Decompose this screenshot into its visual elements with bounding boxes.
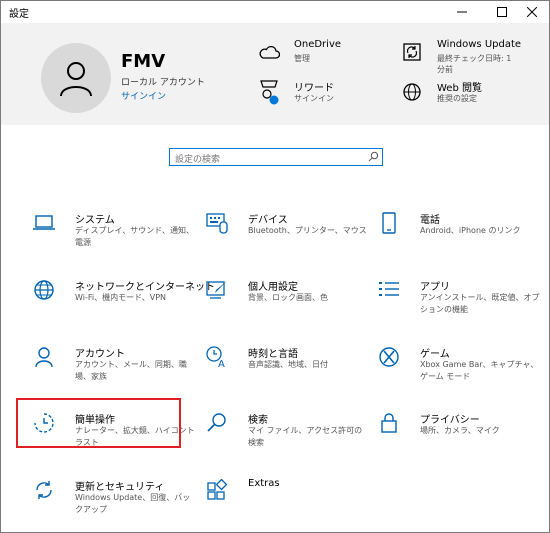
tile-title: ネットワークとインターネット	[75, 282, 215, 293]
account-header: FMV ローカル アカウント サインイン OneDrive 管理 Windows…	[1, 23, 549, 125]
keyboard-icon	[204, 210, 230, 236]
close-icon	[527, 7, 537, 17]
tile-sub: Bluetooth、プリンター、マウス	[248, 226, 367, 235]
tile-search[interactable]: 検索 マイ ファイル、アクセス許可の検索	[204, 410, 374, 466]
tile-title: Extras	[248, 478, 280, 489]
tile-title: デバイス	[248, 215, 288, 226]
globe-icon	[399, 79, 425, 105]
laptop-icon	[31, 210, 57, 236]
time-language-icon: A	[204, 344, 230, 370]
search-icon	[368, 151, 379, 162]
update-icon	[31, 477, 57, 503]
tile-title: アプリ	[420, 282, 450, 293]
header-item-sub: 推奨の設定	[437, 94, 477, 103]
close-button[interactable]	[515, 1, 549, 23]
person-icon	[60, 62, 92, 97]
tile-title: 更新とセキュリティ	[75, 482, 165, 493]
tile-network[interactable]: ネットワークとインターネット Wi-Fi、機内モード、VPN	[31, 277, 215, 333]
tile-sub: 背景、ロック画面、色	[248, 293, 328, 302]
tile-sub: Xbox Game Bar、キャプチャ、ゲーム モード	[420, 360, 539, 381]
header-item-sub: 最終チェック日時: 1 分前	[437, 54, 512, 74]
title-bar: 設定	[1, 1, 549, 23]
tile-phone[interactable]: 電話 Android、iPhone のリンク	[376, 210, 546, 266]
tile-title: 検索	[248, 415, 268, 426]
tile-sub: 場所、カメラ、マイク	[420, 426, 500, 435]
svg-text:A: A	[218, 359, 225, 369]
lock-icon	[376, 410, 402, 436]
user-name: FMV	[121, 51, 166, 72]
tile-title: プライバシー	[420, 415, 480, 426]
tile-privacy[interactable]: プライバシー 場所、カメラ、マイク	[376, 410, 546, 466]
tile-sub: ディスプレイ、サウンド、通知、電源	[75, 226, 194, 247]
tile-sub: マイ ファイル、アクセス許可の検索	[248, 426, 363, 447]
minimize-button[interactable]	[445, 1, 479, 23]
apps-list-icon	[376, 277, 402, 303]
person-icon	[31, 344, 57, 370]
tile-time-language[interactable]: A 時刻と言語 音声認識、地域、日付	[204, 344, 374, 400]
window-title: 設定	[9, 9, 29, 20]
tile-title: 電話	[420, 215, 440, 226]
globe-icon	[31, 277, 57, 303]
tile-sub: Wi-Fi、機内モード、VPN	[75, 293, 167, 302]
header-item-title: Windows Update	[437, 39, 522, 50]
header-item-title: OneDrive	[294, 39, 342, 50]
minimize-icon	[457, 11, 467, 13]
tile-title: 時刻と言語	[248, 349, 298, 360]
tile-sub: Android、iPhone のリンク	[420, 226, 521, 235]
tile-apps[interactable]: アプリ アンインストール、既定値、オプションの機能	[376, 277, 546, 333]
signin-link[interactable]: サインイン	[121, 89, 166, 102]
account-type: ローカル アカウント	[121, 78, 205, 88]
settings-window: 設定 FMV ローカル アカウント サインイン OneDrive 管理 Wind…	[0, 0, 550, 533]
avatar[interactable]	[41, 43, 111, 113]
tile-title: システム	[75, 215, 115, 226]
header-item-sub: サインイン	[294, 94, 334, 103]
tile-sub: アンインストール、既定値、オプションの機能	[420, 293, 540, 314]
tile-update-security[interactable]: 更新とセキュリティ Windows Update、回復、バックアップ	[31, 477, 201, 532]
search-input[interactable]: 設定の検索	[169, 148, 383, 166]
tile-sub: Windows Update、回復、バックアップ	[75, 493, 191, 514]
brush-icon	[204, 277, 230, 303]
tile-extras[interactable]: Extras	[204, 477, 374, 532]
tile-title: 個人用設定	[248, 282, 298, 293]
header-item-title: Web 閲覧	[437, 83, 482, 94]
tile-accounts[interactable]: アカウント アカウント、メール、同期、職場、家族	[31, 344, 201, 400]
extras-icon	[204, 477, 230, 503]
tile-sub: アカウント、メール、同期、職場、家族	[75, 360, 187, 381]
header-item-sub: 管理	[294, 54, 310, 63]
maximize-button[interactable]	[485, 1, 519, 23]
tile-devices[interactable]: デバイス Bluetooth、プリンター、マウス	[204, 210, 374, 266]
sync-icon	[399, 39, 425, 65]
xbox-icon	[376, 344, 402, 370]
trophy-icon	[256, 79, 282, 105]
tile-sub: 音声認識、地域、日付	[248, 360, 328, 369]
search-placeholder: 設定の検索	[175, 155, 221, 165]
phone-icon	[376, 210, 402, 236]
highlight-box	[16, 398, 181, 448]
tile-personalization[interactable]: 個人用設定 背景、ロック画面、色	[204, 277, 374, 333]
tile-system[interactable]: システム ディスプレイ、サウンド、通知、電源	[31, 210, 201, 266]
maximize-icon	[497, 7, 507, 17]
search-icon	[204, 410, 230, 436]
tile-title: ゲーム	[420, 349, 450, 360]
tile-title: アカウント	[75, 349, 125, 360]
header-item-title: リワード	[294, 83, 334, 94]
cloud-icon	[256, 39, 282, 65]
tile-gaming[interactable]: ゲーム Xbox Game Bar、キャプチャ、ゲーム モード	[376, 344, 546, 400]
